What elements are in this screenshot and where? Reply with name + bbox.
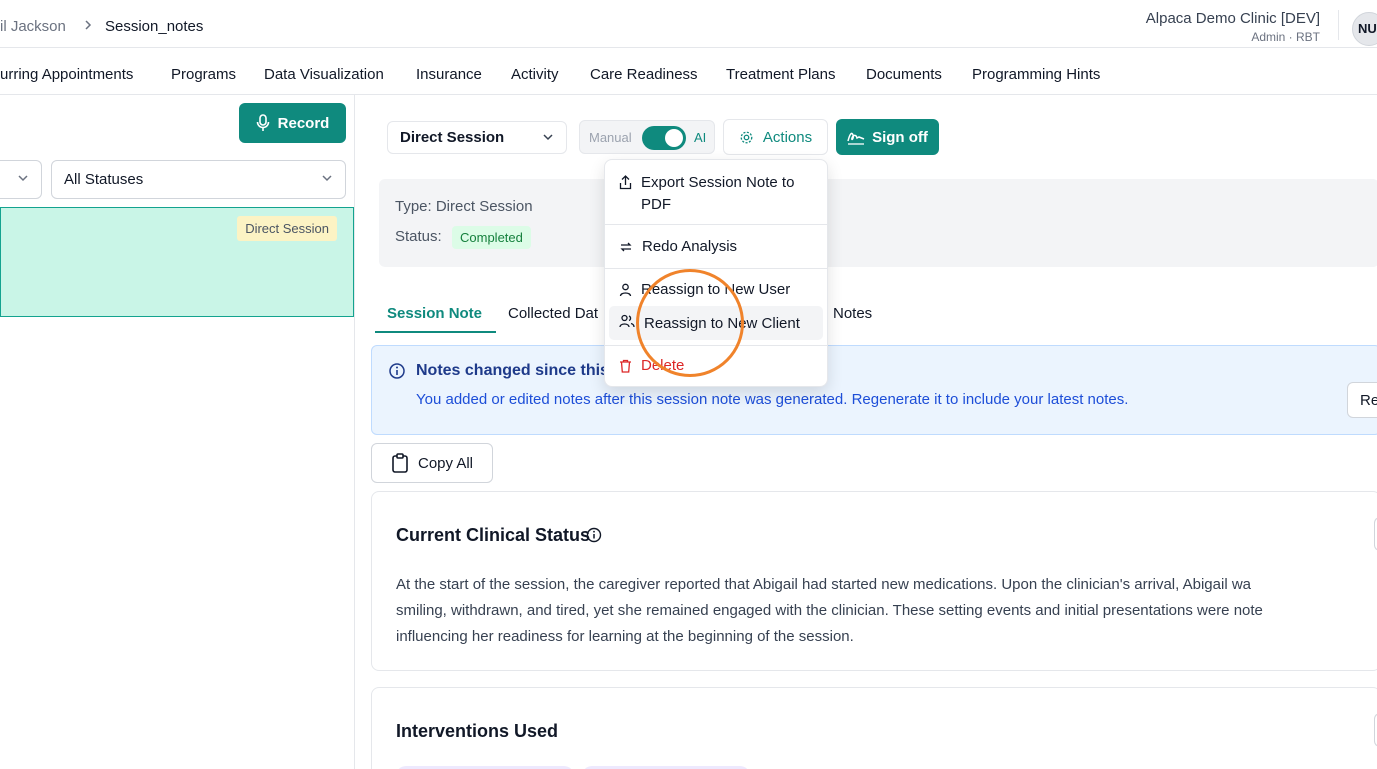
top-bar: il Jackson Session_notes Alpaca Demo Cli… [0, 0, 1377, 48]
clipboard-icon [392, 453, 408, 473]
nav-tab-programs[interactable]: Programs [171, 66, 236, 83]
notes-changed-alert: Notes changed since this You added or ed… [371, 345, 1377, 435]
alert-body: You added or edited notes after this ses… [416, 391, 1129, 408]
clinic-switcher[interactable]: Alpaca Demo Clinic [DEV] Admin · RBT [1146, 10, 1320, 44]
redo-icon [619, 240, 633, 260]
clinical-status-card: Current Clinical Status At the start of … [371, 491, 1377, 671]
toggle-ai-label: AI [694, 130, 707, 145]
click-highlight-ring [636, 269, 744, 377]
menu-item-label: Export Session Note to PDF [641, 172, 794, 216]
card-body-line: influencing her readiness for learning a… [396, 628, 854, 645]
alert-title: Notes changed since this [416, 362, 609, 379]
record-label: Record [277, 114, 330, 132]
gear-icon [740, 131, 753, 143]
status-label: Status: [395, 228, 442, 245]
nav-tab-documents[interactable]: Documents [866, 66, 942, 83]
status-filter-value: All Statuses [64, 171, 144, 188]
filter-select[interactable] [0, 160, 42, 199]
info-icon [388, 362, 406, 384]
copy-all-label: Copy All [417, 454, 474, 472]
status-filter-select[interactable]: All Statuses [51, 160, 346, 199]
session-list-item[interactable]: Direct Session [0, 207, 354, 317]
interventions-card: Interventions Used [371, 687, 1377, 769]
menu-separator [605, 224, 827, 225]
tab-notes[interactable]: Notes [833, 305, 872, 322]
active-tab-indicator [375, 331, 496, 333]
sign-off-button[interactable]: Sign off [836, 119, 939, 155]
nav-tab-care-readiness[interactable]: Care Readiness [590, 66, 698, 83]
menu-separator [605, 268, 827, 269]
clinic-name: Alpaca Demo Clinic [DEV] [1145, 10, 1320, 27]
menu-item-redo-analysis[interactable]: Redo Analysis [609, 237, 823, 260]
signature-icon [847, 132, 865, 145]
nav-tab-activity[interactable]: Activity [511, 66, 559, 83]
actions-label: Actions [762, 128, 813, 146]
nav-tab-data-visualization[interactable]: Data Visualization [264, 66, 384, 83]
status-badge: Completed [452, 226, 531, 249]
users-icon [619, 314, 635, 332]
card-title: Current Clinical Status [396, 525, 591, 545]
export-icon [619, 175, 632, 197]
actions-button[interactable]: Actions [723, 119, 828, 155]
chevron-down-icon [17, 171, 29, 188]
microphone-icon [256, 114, 269, 131]
regenerate-button[interactable]: Re [1347, 382, 1377, 418]
avatar[interactable]: NU [1352, 12, 1377, 46]
user-icon [619, 283, 632, 303]
session-type-select[interactable]: Direct Session [387, 121, 567, 154]
chevron-right-icon [83, 19, 93, 34]
session-type-text: Type: Direct Session [395, 198, 533, 215]
user-role: Admin · RBT [1251, 30, 1320, 44]
manual-ai-toggle-group: Manual AI [579, 120, 715, 154]
toggle-knob [665, 129, 683, 147]
chevron-down-icon [321, 171, 333, 188]
menu-item-label-line: Export Session Note to [641, 174, 795, 191]
chevron-down-icon [542, 130, 554, 147]
trash-icon [619, 359, 632, 379]
breadcrumb-client-link[interactable]: il Jackson [0, 18, 66, 35]
tab-collected-data[interactable]: Collected Dat [508, 305, 598, 322]
session-info-panel: Type: Direct Session Status: Completed [379, 179, 1377, 267]
manual-ai-toggle[interactable] [642, 126, 686, 150]
menu-item-label-line: PDF [641, 196, 671, 213]
nav-tab-insurance[interactable]: Insurance [416, 66, 482, 83]
nav-tab-programming-hints[interactable]: Programming Hints [972, 66, 1100, 83]
card-body-line: smiling, withdrawn, and tired, yet she r… [396, 602, 1263, 619]
card-body: At the start of the session, the caregiv… [396, 572, 1376, 650]
card-title: Interventions Used [396, 721, 559, 741]
tab-session-note[interactable]: Session Note [387, 305, 482, 322]
nav-tab-recurring-appointments[interactable]: urring Appointments [0, 66, 133, 83]
session-list-panel: Record All Statuses Direct Session [0, 95, 355, 769]
client-nav: urring Appointments Programs Data Visual… [0, 48, 1377, 95]
nav-tab-treatment-plans[interactable]: Treatment Plans [726, 66, 836, 83]
divider [1338, 10, 1339, 40]
session-type-value: Direct Session [400, 129, 505, 146]
card-body-line: At the start of the session, the caregiv… [396, 576, 1251, 593]
breadcrumb-current: Session_notes [105, 18, 204, 35]
info-icon[interactable] [586, 527, 602, 547]
toggle-manual-label: Manual [589, 130, 632, 145]
menu-item-export-pdf[interactable]: Export Session Note to PDF [609, 172, 823, 216]
sign-off-label: Sign off [872, 128, 928, 146]
menu-item-label: Redo Analysis [642, 238, 738, 255]
copy-all-button[interactable]: Copy All [371, 443, 493, 483]
record-button[interactable]: Record [239, 103, 346, 143]
session-type-badge: Direct Session [237, 216, 337, 241]
